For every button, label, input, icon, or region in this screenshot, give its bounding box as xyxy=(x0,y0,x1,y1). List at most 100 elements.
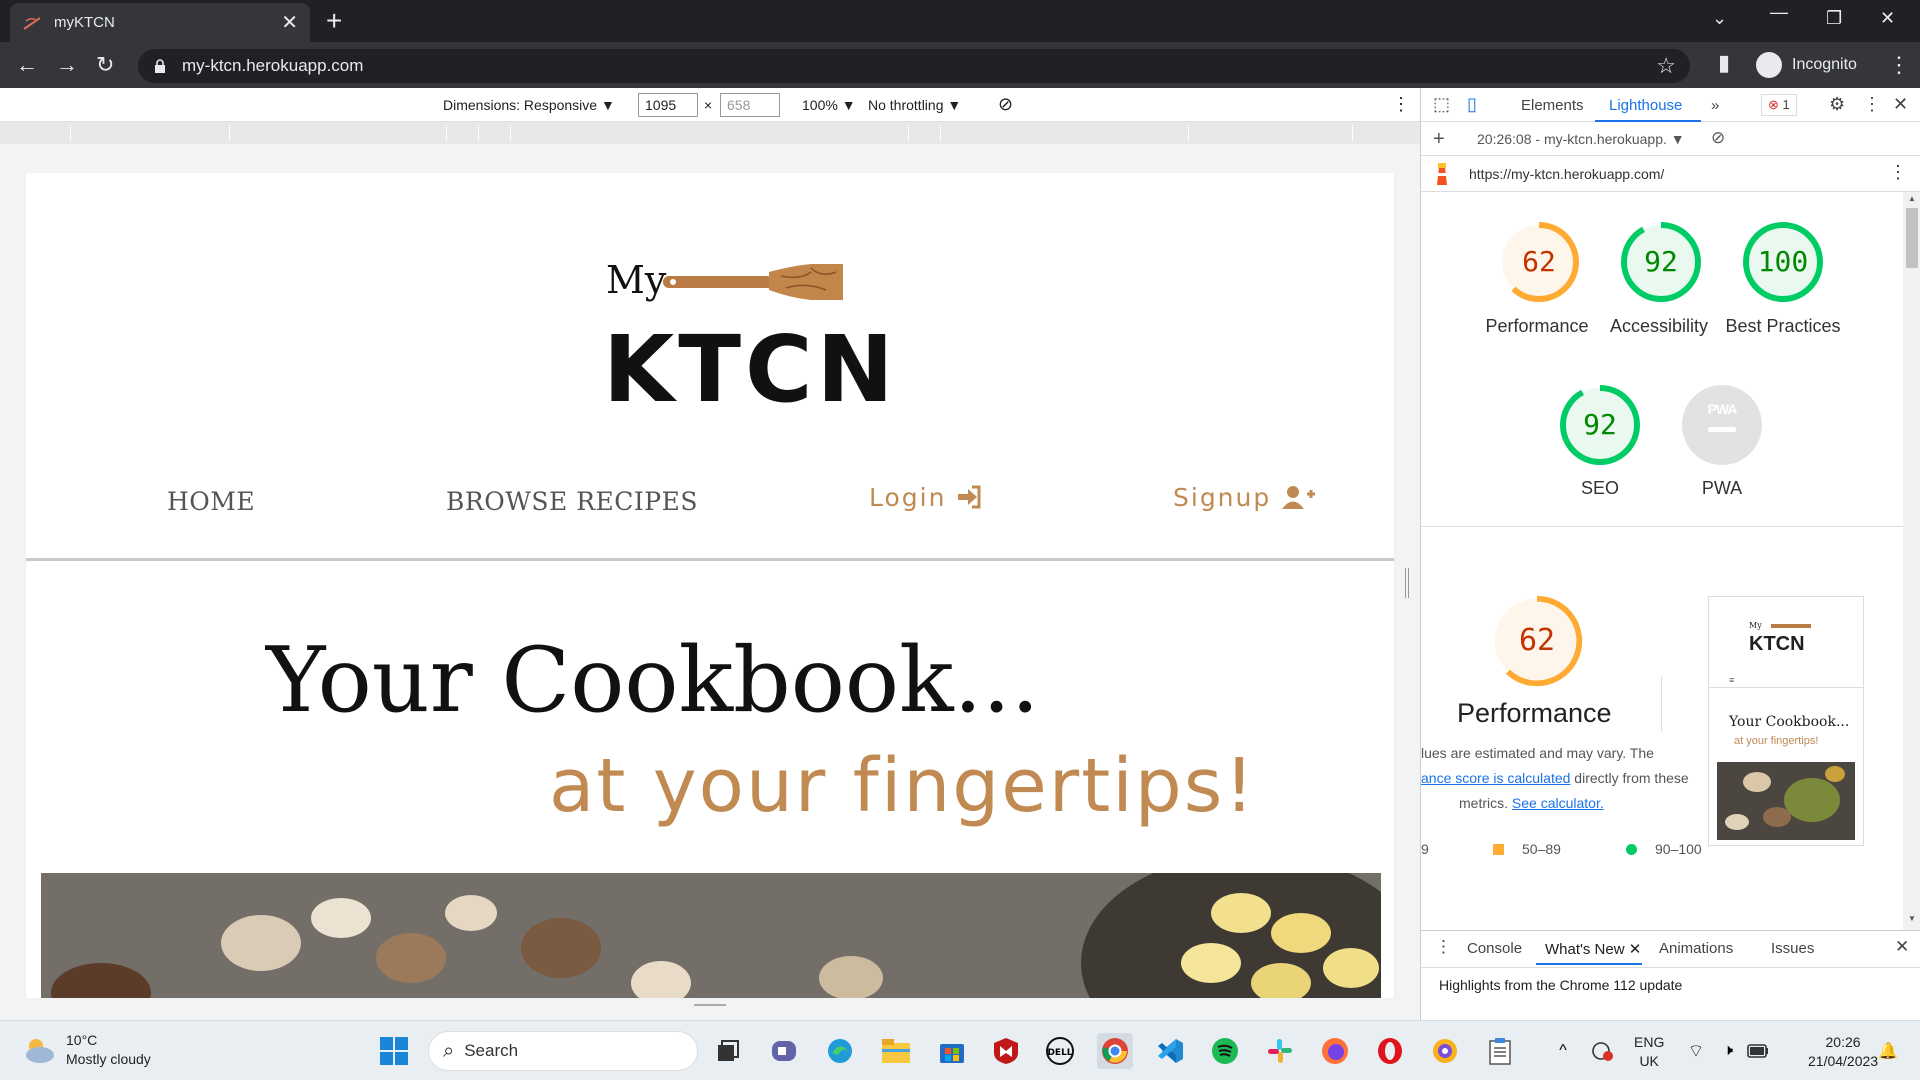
inspect-element-icon[interactable]: ⬚ xyxy=(1433,94,1450,115)
gauge-best-practices[interactable]: 100 xyxy=(1741,220,1825,304)
gauge-pwa[interactable]: PWA xyxy=(1680,383,1764,467)
drawer-tab-whats-new[interactable]: What's New ✕ xyxy=(1545,940,1641,958)
error-badge[interactable]: ⊗ 1 xyxy=(1761,94,1797,116)
report-select[interactable]: 20:26:08 - my-ktcn.herokuapp. ▼ xyxy=(1477,131,1685,147)
network-status-icon[interactable] xyxy=(1585,1033,1621,1069)
gauge-seo[interactable]: 92 xyxy=(1558,383,1642,467)
close-devtools-icon[interactable]: ✕ xyxy=(1893,94,1908,115)
lang-code: ENG xyxy=(1634,1034,1665,1050)
dell-icon[interactable]: DELL xyxy=(1042,1033,1078,1069)
forward-button[interactable]: → xyxy=(56,52,78,78)
ruler-segment[interactable] xyxy=(70,125,71,141)
start-button[interactable] xyxy=(376,1033,412,1069)
site-logo[interactable]: My KTCN xyxy=(581,258,894,423)
score-calculated-link[interactable]: ance score is calculated xyxy=(1421,770,1570,786)
ruler-segment[interactable] xyxy=(229,125,230,141)
tab-search-icon[interactable]: ⌄ xyxy=(1712,8,1727,29)
ruler-segment[interactable] xyxy=(510,125,511,141)
dimensions-select[interactable]: Dimensions: Responsive ▼ xyxy=(443,97,615,113)
drawer-menu-icon[interactable]: ⋮ xyxy=(1435,937,1452,957)
scroll-thumb[interactable] xyxy=(1906,208,1918,268)
side-panel-icon[interactable]: ▮ xyxy=(1718,50,1730,76)
restore-button[interactable]: ❐ xyxy=(1826,8,1842,29)
nav-signup-link[interactable]: Signup xyxy=(1173,483,1316,512)
chrome-icon[interactable] xyxy=(1097,1033,1133,1069)
notifications-icon[interactable]: 🔔 xyxy=(1870,1033,1906,1069)
task-view-icon[interactable] xyxy=(710,1033,746,1069)
opera-icon[interactable] xyxy=(1372,1033,1408,1069)
vscode-icon[interactable] xyxy=(1152,1033,1188,1069)
height-input[interactable]: 658 xyxy=(720,93,780,117)
wifi-icon[interactable]: ⌔ xyxy=(1678,1033,1714,1069)
gif-app-icon[interactable] xyxy=(1427,1033,1463,1069)
width-input[interactable]: 1095 xyxy=(638,93,698,117)
ruler-segment[interactable] xyxy=(1188,125,1189,141)
nav-home-link[interactable]: HOME xyxy=(167,487,255,516)
report-menu-icon[interactable]: ⋮ xyxy=(1889,162,1907,183)
clock[interactable]: 20:26 21/04/2023 xyxy=(1808,1033,1878,1071)
scroll-down-arrow[interactable]: ▼ xyxy=(1908,914,1916,923)
spotify-icon[interactable] xyxy=(1207,1033,1243,1069)
throttling-label: No throttling xyxy=(868,97,944,113)
lock-icon xyxy=(155,59,165,73)
zoom-select[interactable]: 100% ▼ xyxy=(802,97,856,113)
browser-menu-icon[interactable]: ⋮ xyxy=(1888,52,1910,78)
drawer-tab-console[interactable]: Console xyxy=(1467,940,1522,957)
close-tab-icon[interactable]: ✕ xyxy=(281,10,298,35)
bottom-resize-handle[interactable] xyxy=(694,1004,726,1006)
close-drawer-icon[interactable]: ✕ xyxy=(1895,937,1909,957)
scroll-up-arrow[interactable]: ▲ xyxy=(1908,194,1916,203)
screenshot-thumbnail[interactable]: My KTCN ≡ Your Cookbook... at your finge… xyxy=(1708,596,1864,846)
report-url[interactable]: https://my-ktcn.herokuapp.com/ xyxy=(1469,166,1664,182)
bookmark-star-icon[interactable]: ☆ xyxy=(1656,53,1676,79)
minimize-button[interactable]: — xyxy=(1770,2,1788,23)
language-indicator[interactable]: ENG UK xyxy=(1634,1033,1664,1071)
ruler-segment[interactable] xyxy=(940,125,941,141)
settings-gear-icon[interactable]: ⚙ xyxy=(1829,94,1845,115)
device-toolbar-menu-icon[interactable]: ⋮ xyxy=(1392,94,1410,115)
back-button[interactable]: ← xyxy=(16,52,38,78)
omnibox[interactable]: my-ktcn.herokuapp.com ☆ xyxy=(138,49,1690,83)
teams-chat-icon[interactable] xyxy=(766,1033,802,1069)
ruler-segment[interactable] xyxy=(478,125,479,141)
ruler-segment[interactable] xyxy=(908,125,909,141)
battery-icon[interactable] xyxy=(1740,1033,1776,1069)
microsoft-store-icon[interactable] xyxy=(934,1033,970,1069)
see-calculator-link[interactable]: See calculator. xyxy=(1512,795,1604,811)
taskbar-search[interactable]: ⌕ Search xyxy=(428,1031,698,1071)
show-hidden-icons-icon[interactable]: ^ xyxy=(1545,1033,1581,1069)
ruler-segment[interactable] xyxy=(1352,125,1353,141)
tab-lighthouse[interactable]: Lighthouse xyxy=(1609,97,1682,114)
rotate-icon[interactable]: ⊘ xyxy=(998,94,1013,115)
ruler-segment[interactable] xyxy=(446,125,447,141)
incognito-profile[interactable]: Incognito xyxy=(1756,49,1857,81)
nav-login-link[interactable]: Login xyxy=(869,483,982,512)
nav-browse-recipes-link[interactable]: BROWSE RECIPES xyxy=(446,487,698,516)
reload-button[interactable]: ↻ xyxy=(96,52,114,78)
throttling-select[interactable]: No throttling ▼ xyxy=(868,97,961,113)
slack-icon[interactable] xyxy=(1262,1033,1298,1069)
report-scrollbar[interactable]: ▲ ▼ xyxy=(1903,192,1920,930)
firefox-icon[interactable] xyxy=(1317,1033,1353,1069)
performance-score: 62 xyxy=(1522,245,1556,278)
tab-elements[interactable]: Elements xyxy=(1521,97,1584,114)
notepad-icon[interactable] xyxy=(1482,1033,1518,1069)
gauge-accessibility[interactable]: 92 xyxy=(1619,220,1703,304)
drawer-tab-animations[interactable]: Animations xyxy=(1659,940,1733,957)
browser-tab[interactable]: myKTCN ✕ xyxy=(10,3,310,42)
close-window-button[interactable]: ✕ xyxy=(1880,8,1895,29)
device-toggle-icon[interactable]: ▯ xyxy=(1467,94,1477,115)
close-whats-new-icon[interactable]: ✕ xyxy=(1629,941,1642,958)
mcafee-icon[interactable] xyxy=(988,1033,1024,1069)
new-tab-button[interactable]: + xyxy=(326,7,342,35)
new-report-icon[interactable]: + xyxy=(1433,128,1445,151)
right-resize-handle[interactable] xyxy=(1405,568,1409,598)
drawer-tab-issues[interactable]: Issues xyxy=(1771,940,1814,957)
devtools-menu-icon[interactable]: ⋮ xyxy=(1863,94,1881,115)
edge-browser-icon[interactable] xyxy=(822,1033,858,1069)
gauge-performance[interactable]: 62 xyxy=(1497,220,1581,304)
file-explorer-icon[interactable] xyxy=(878,1033,914,1069)
more-tabs-icon[interactable]: » xyxy=(1711,97,1719,114)
clear-reports-icon[interactable]: ⊘ xyxy=(1711,128,1725,148)
weather-widget[interactable]: 10°C Mostly cloudy xyxy=(22,1031,151,1069)
